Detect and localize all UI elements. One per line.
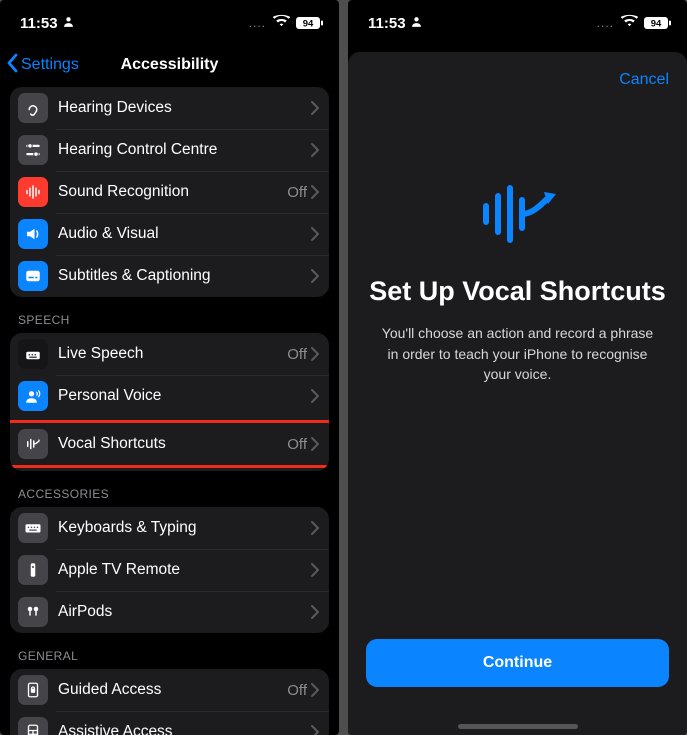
battery-icon: 94: [295, 16, 325, 30]
row-live-speech[interactable]: Live Speech Off: [10, 333, 329, 375]
sheet-title: Set Up Vocal Shortcuts: [369, 275, 666, 307]
captions-icon: [18, 261, 48, 291]
chevron-left-icon: [6, 53, 20, 78]
group-speech: Live Speech Off Personal Voice Vocal Sho…: [10, 333, 329, 471]
status-bar: 11:53 .... 94: [348, 0, 687, 46]
chevron-right-icon: [311, 269, 319, 283]
wifi-icon: [621, 14, 638, 32]
status-time: 11:53: [368, 15, 406, 32]
row-subtitles-captioning[interactable]: Subtitles & Captioning: [10, 255, 329, 297]
cell-signal-icon: ....: [249, 16, 266, 30]
remote-icon: [18, 555, 48, 585]
svg-text:94: 94: [303, 19, 314, 30]
row-vocal-shortcuts[interactable]: Vocal Shortcuts Off: [10, 423, 329, 465]
section-header-accessories: ACCESSORIES: [10, 471, 329, 507]
group-hearing: Hearing Devices Hearing Control Centre S…: [10, 87, 329, 297]
vocal-shortcuts-hero-icon: [478, 182, 558, 251]
chevron-right-icon: [311, 143, 319, 157]
row-label: AirPods: [58, 603, 311, 621]
row-label: Keyboards & Typing: [58, 519, 311, 537]
row-value: Off: [287, 184, 307, 201]
row-apple-tv-remote[interactable]: Apple TV Remote: [10, 549, 329, 591]
row-label: Hearing Control Centre: [58, 141, 311, 159]
setup-sheet: Cancel Set Up Vocal Shortcuts You'll cho…: [348, 52, 687, 735]
continue-button[interactable]: Continue: [366, 639, 669, 687]
row-label: Personal Voice: [58, 387, 311, 405]
vocal-shortcuts-setup-screen: 11:53 .... 94 Cancel: [348, 0, 687, 735]
row-label: Apple TV Remote: [58, 561, 311, 579]
row-value: Off: [287, 346, 307, 363]
highlight-vocal-shortcuts: Vocal Shortcuts Off: [10, 420, 329, 468]
row-label: Hearing Devices: [58, 99, 311, 117]
row-label: Subtitles & Captioning: [58, 267, 311, 285]
row-value: Off: [287, 682, 307, 699]
battery-icon: 94: [643, 16, 673, 30]
chevron-right-icon: [311, 563, 319, 577]
chevron-right-icon: [311, 101, 319, 115]
row-personal-voice[interactable]: Personal Voice: [10, 375, 329, 417]
row-label: Vocal Shortcuts: [58, 435, 287, 453]
row-airpods[interactable]: AirPods: [10, 591, 329, 633]
row-label: Sound Recognition: [58, 183, 287, 201]
lock-screen-icon: [18, 675, 48, 705]
nav-bar: Settings Accessibility: [0, 46, 339, 84]
keyboard-speech-icon: [18, 339, 48, 369]
wifi-icon: [273, 14, 290, 32]
grid-icon: [18, 717, 48, 735]
soundwave-icon: [18, 177, 48, 207]
back-label: Settings: [21, 56, 79, 74]
settings-accessibility-screen: 11:53 .... 94 Settings Accessibility Hea…: [0, 0, 339, 735]
home-indicator: [458, 724, 578, 729]
chevron-right-icon: [311, 605, 319, 619]
chevron-right-icon: [311, 227, 319, 241]
airpods-icon: [18, 597, 48, 627]
chevron-right-icon: [311, 521, 319, 535]
row-value: Off: [287, 436, 307, 453]
row-audio-visual[interactable]: Audio & Visual: [10, 213, 329, 255]
status-bar: 11:53 .... 94: [0, 0, 339, 46]
row-label: Assistive Access: [58, 723, 311, 735]
person-voice-icon: [18, 381, 48, 411]
status-time: 11:53: [20, 15, 58, 32]
chevron-right-icon: [311, 683, 319, 697]
row-keyboards-typing[interactable]: Keyboards & Typing: [10, 507, 329, 549]
chevron-right-icon: [311, 185, 319, 199]
row-guided-access[interactable]: Guided Access Off: [10, 669, 329, 711]
keyboard-icon: [18, 513, 48, 543]
svg-text:94: 94: [651, 19, 662, 30]
row-label: Audio & Visual: [58, 225, 311, 243]
profile-icon: [410, 15, 423, 32]
sliders-icon: [18, 135, 48, 165]
profile-icon: [62, 15, 75, 32]
row-assistive-access[interactable]: Assistive Access: [10, 711, 329, 735]
vocal-shortcuts-icon: [18, 429, 48, 459]
cell-signal-icon: ....: [597, 16, 614, 30]
cancel-button[interactable]: Cancel: [619, 71, 669, 89]
chevron-right-icon: [311, 725, 319, 735]
page-title: Accessibility: [121, 56, 219, 74]
settings-list[interactable]: Hearing Devices Hearing Control Centre S…: [0, 84, 339, 735]
row-label: Guided Access: [58, 681, 287, 699]
back-button[interactable]: Settings: [6, 53, 79, 78]
group-accessories: Keyboards & Typing Apple TV Remote AirPo…: [10, 507, 329, 633]
ear-icon: [18, 93, 48, 123]
section-header-speech: SPEECH: [10, 297, 329, 333]
row-label: Live Speech: [58, 345, 287, 363]
row-sound-recognition[interactable]: Sound Recognition Off: [10, 171, 329, 213]
chevron-right-icon: [311, 347, 319, 361]
sheet-description: You'll choose an action and record a phr…: [378, 323, 658, 384]
group-general: Guided Access Off Assistive Access Siri: [10, 669, 329, 735]
speaker-icon: [18, 219, 48, 249]
section-header-general: GENERAL: [10, 633, 329, 669]
chevron-right-icon: [311, 389, 319, 403]
row-hearing-control-centre[interactable]: Hearing Control Centre: [10, 129, 329, 171]
chevron-right-icon: [311, 437, 319, 451]
row-hearing-devices[interactable]: Hearing Devices: [10, 87, 329, 129]
